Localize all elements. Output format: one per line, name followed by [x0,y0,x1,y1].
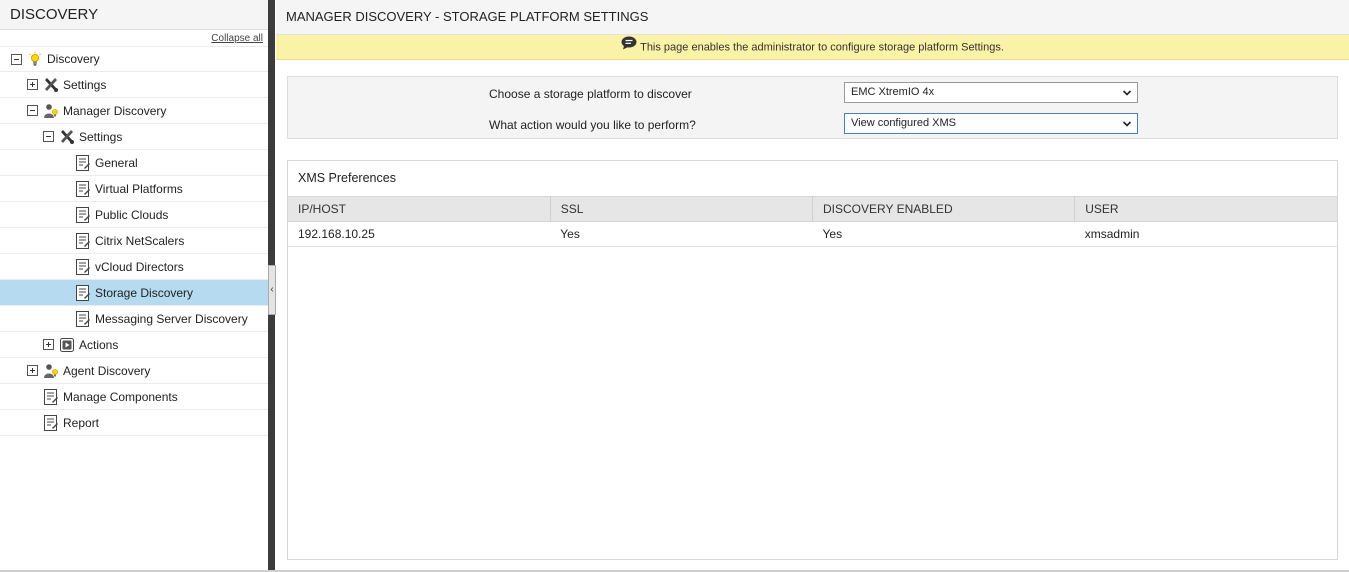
tree-item-vcloud-directors[interactable]: vCloud Directors [0,254,268,280]
column-header-discovery-enabled[interactable]: DISCOVERY ENABLED [812,196,1076,222]
tree-item-label: Virtual Platforms [95,181,183,196]
platform-form: Choose a storage platform to discover EM… [287,76,1338,139]
table-header-row: IP/HOST SSL DISCOVERY ENABLED USER [288,196,1337,222]
collapse-toggle-icon[interactable] [11,53,22,65]
tree-item-report[interactable]: Report [0,410,268,436]
tools-icon [59,129,75,145]
play-box-icon [59,337,75,353]
collapse-toggle-icon[interactable] [43,131,54,142]
lightbulb-icon [27,51,43,67]
page-icon [75,180,91,197]
tree-item-label: Agent Discovery [63,363,151,378]
tree-item-public-clouds[interactable]: Public Clouds [0,202,268,228]
tree-item-discovery[interactable]: Discovery [0,46,268,72]
action-label: What action would you like to perform? [489,118,696,132]
column-header-ip-host[interactable]: IP/HOST [288,196,551,222]
action-select[interactable]: View configured XMS [844,113,1138,134]
chevron-down-icon [1122,114,1132,133]
page-icon [75,154,91,171]
cell-discovery-enabled: Yes [812,221,1075,247]
tree-item-virtual-platforms[interactable]: Virtual Platforms [0,176,268,202]
xms-preferences-title: XMS Preferences [298,171,396,185]
tree-item-storage-discovery[interactable]: Storage Discovery [0,280,268,306]
tree-item-label: Manager Discovery [63,103,167,118]
sidebar-collapse-handle[interactable]: ‹ [268,265,276,315]
collapse-toggle-icon[interactable] [27,105,38,116]
tree-item-label: vCloud Directors [95,259,184,274]
platform-label: Choose a storage platform to discover [489,87,692,101]
user-bulb-icon [43,363,59,379]
tree-item-actions[interactable]: Actions [0,332,268,358]
expand-toggle-icon[interactable] [27,79,38,90]
action-select-value: View configured XMS [851,117,956,129]
user-bulb-icon [43,103,59,119]
column-header-user[interactable]: USER [1074,196,1337,222]
platform-select-value: EMC XtremIO 4x [851,86,935,98]
info-banner: This page enables the administrator to c… [276,35,1349,60]
column-header-ssl[interactable]: SSL [550,196,814,222]
tree-item-label: Public Clouds [95,207,169,222]
tree-item-label: General [95,155,138,170]
tree-item-settings[interactable]: Settings [0,72,268,98]
tools-icon [43,77,59,93]
main-content: MANAGER DISCOVERY - STORAGE PLATFORM SET… [276,0,1349,572]
tree-item-label: Citrix NetScalers [95,233,185,248]
page-icon [75,258,91,275]
tree-item-label: Storage Discovery [95,285,194,300]
page-icon [75,284,91,301]
tree-item-general[interactable]: General [0,150,268,176]
page-icon [43,414,59,431]
expand-toggle-icon[interactable] [27,365,38,376]
page-icon [75,232,91,249]
sidebar: DISCOVERY Collapse all Discovery Setting… [0,0,268,572]
tree-item-label: Manage Components [63,389,178,404]
cell-ip-host: 192.168.10.25 [288,221,551,247]
info-banner-text: This page enables the administrator to c… [640,41,1004,54]
tree-item-label: Settings [79,129,123,144]
page-title: MANAGER DISCOVERY - STORAGE PLATFORM SET… [276,0,1349,35]
page-icon [75,206,91,223]
page-icon [43,388,59,405]
tree-item-label: Actions [79,337,119,352]
tree-item-manage-components[interactable]: Manage Components [0,384,268,410]
xms-preferences-panel: XMS Preferences IP/HOST SSL DISCOVERY EN… [287,160,1338,560]
page-icon [75,310,91,327]
tree-item-manager-settings[interactable]: Settings [0,124,268,150]
tree-item-messaging-server-discovery[interactable]: Messaging Server Discovery [0,306,268,332]
tree-item-label: Settings [63,77,107,92]
tree-item-label: Messaging Server Discovery [95,311,248,326]
expand-toggle-icon[interactable] [43,339,54,350]
cell-user: xmsadmin [1074,221,1337,247]
cell-ssl: Yes [550,221,813,247]
tree-item-manager-discovery[interactable]: Manager Discovery [0,98,268,124]
sidebar-title: DISCOVERY [0,0,268,30]
speech-bubble-icon [621,35,637,60]
tree-item-agent-discovery[interactable]: Agent Discovery [0,358,268,384]
collapse-all-link[interactable]: Collapse all [211,33,263,44]
table-row[interactable]: 192.168.10.25 Yes Yes xmsadmin [288,221,1337,247]
tree-item-label: Discovery [47,52,100,66]
chevron-down-icon [1122,83,1132,102]
tree-item-citrix-netscalers[interactable]: Citrix NetScalers [0,228,268,254]
tree-item-label: Report [63,415,100,430]
platform-select[interactable]: EMC XtremIO 4x [844,82,1138,103]
xms-table: IP/HOST SSL DISCOVERY ENABLED USER 192.1… [288,196,1337,247]
